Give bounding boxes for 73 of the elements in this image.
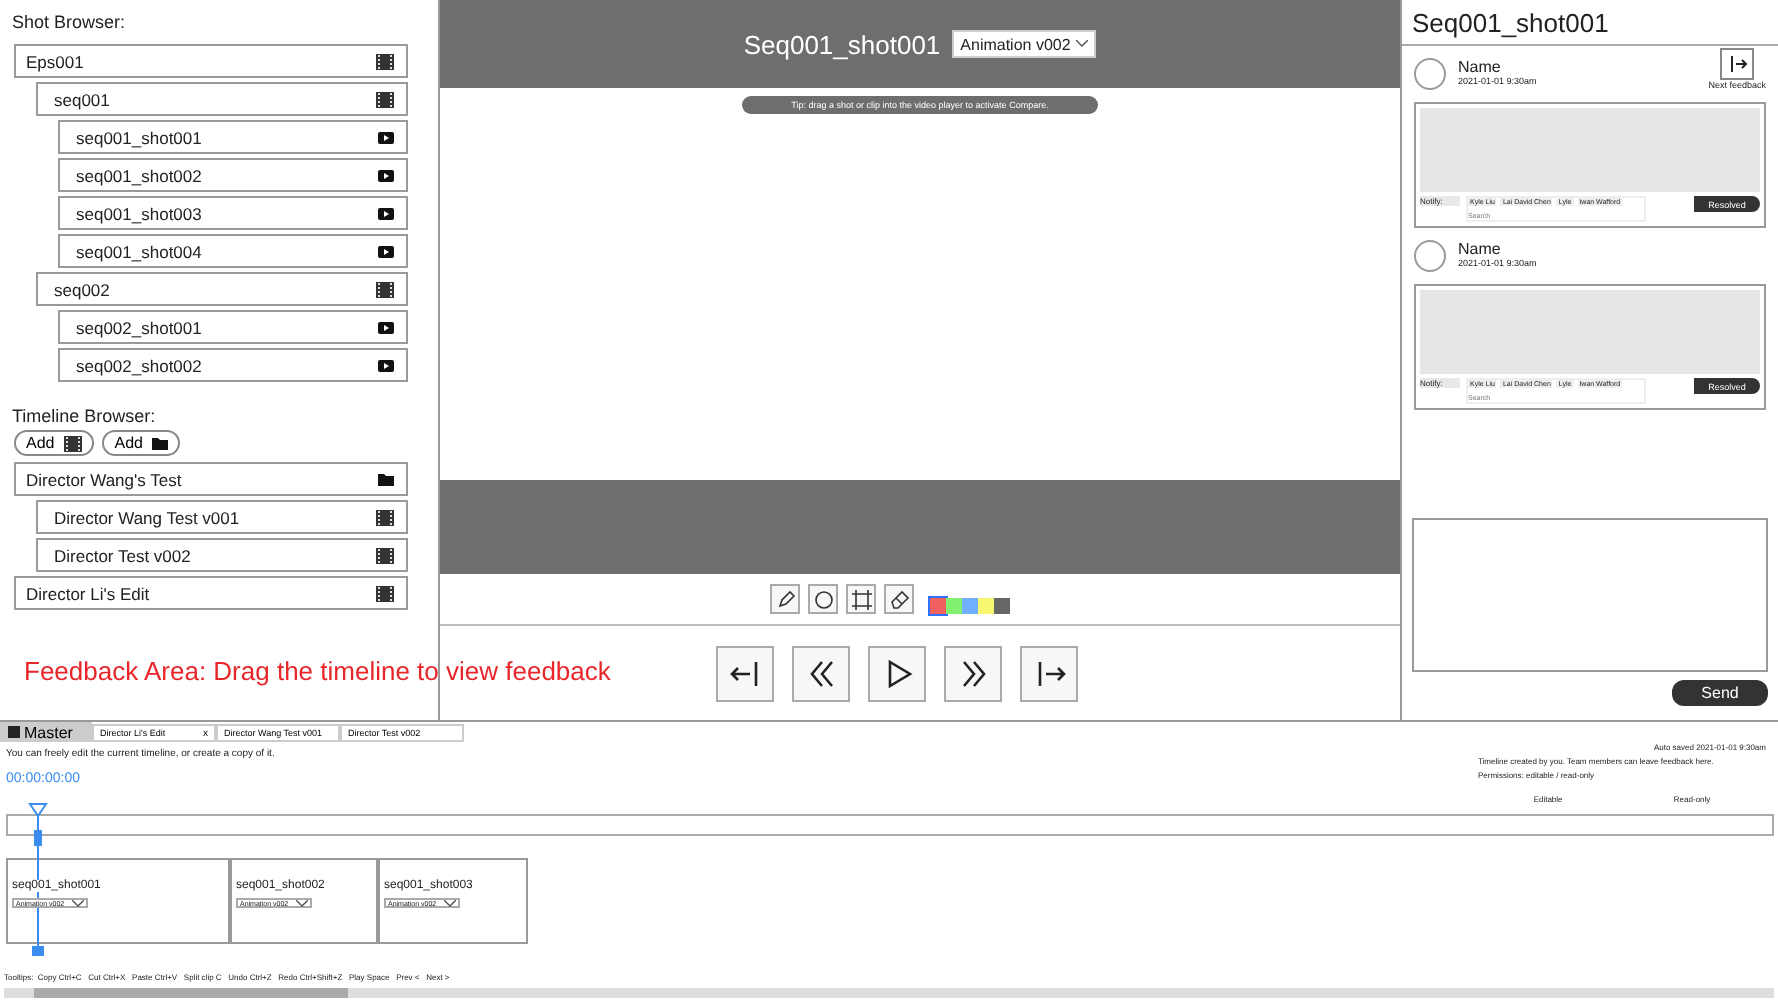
end-button[interactable] <box>1020 645 1078 701</box>
next-feedback-button[interactable] <box>1720 48 1755 80</box>
start-button[interactable] <box>716 645 774 701</box>
send-button[interactable]: Send <box>1672 680 1768 706</box>
color-swatch[interactable] <box>946 597 962 613</box>
tree-item[interactable]: seq001_shot001 <box>58 120 408 154</box>
tree-item[interactable]: Director Test v002 <box>36 538 408 572</box>
version-select[interactable]: Animation v002 <box>952 30 1097 58</box>
film-icon <box>376 91 394 107</box>
panel-title: Timeline Browser: <box>10 404 158 430</box>
pencil-tool[interactable] <box>770 584 800 614</box>
skip-end-icon <box>1727 54 1748 74</box>
eraser-icon <box>889 589 909 609</box>
author-name: Name <box>1458 58 1503 76</box>
chevron-down-icon <box>72 899 84 907</box>
rectangle-tool[interactable] <box>846 584 876 614</box>
circle-tool[interactable] <box>808 584 838 614</box>
film-icon <box>64 435 83 451</box>
folder-icon <box>152 437 169 449</box>
skip-end-icon <box>1033 657 1065 689</box>
film-icon <box>376 585 394 601</box>
skip-start-icon <box>729 657 761 689</box>
fast-forward-icon <box>957 657 989 689</box>
tree-item[interactable]: Director Li's Edit <box>14 576 408 610</box>
rewind-icon <box>805 657 837 689</box>
shot-title: Seq001_shot001 <box>743 29 941 59</box>
folder-icon <box>378 473 394 485</box>
feedback-hint: Feedback Area: Drag the timeline to view feedback <box>22 656 611 690</box>
play-icon <box>378 207 394 219</box>
reply-field[interactable] <box>1412 518 1768 672</box>
square-icon <box>8 726 20 738</box>
tree-item[interactable]: Eps001 <box>14 44 408 78</box>
tree-item[interactable]: seq001_shot003 <box>58 196 408 230</box>
add-button[interactable]: Add <box>14 430 95 456</box>
rewind-button[interactable] <box>792 645 850 701</box>
pencil-icon <box>775 589 795 609</box>
film-icon <box>376 53 394 69</box>
play-button[interactable] <box>868 645 926 701</box>
forward-button[interactable] <box>944 645 1002 701</box>
play-icon <box>378 131 394 143</box>
tree-item[interactable]: seq001 <box>36 82 408 116</box>
tree-item[interactable]: seq002 <box>36 272 408 306</box>
tree-item[interactable]: Director Wang Test v001 <box>36 500 408 534</box>
tree-item[interactable]: Director Wang's Test <box>14 462 408 496</box>
color-swatch[interactable] <box>930 597 946 613</box>
panel-title: Shot Browser: <box>10 12 128 36</box>
chevron-down-icon <box>1076 40 1089 48</box>
tree-item[interactable]: seq001_shot004 <box>58 234 408 268</box>
avatar <box>1414 58 1446 90</box>
circle-icon <box>813 589 833 609</box>
play-icon <box>378 321 394 333</box>
film-icon <box>376 509 394 525</box>
color-swatch[interactable] <box>994 597 1010 613</box>
film-icon <box>376 547 394 563</box>
scrollbar-thumb[interactable] <box>34 988 348 998</box>
chevron-down-icon <box>296 899 308 907</box>
play-icon <box>378 359 394 371</box>
play-icon <box>378 245 394 257</box>
avatar <box>1414 240 1446 272</box>
timeline-tab[interactable]: Master <box>0 722 92 742</box>
tree-item[interactable]: seq002_shot001 <box>58 310 408 344</box>
color-swatch[interactable] <box>978 597 994 613</box>
feedback-title: Seq001_shot001 <box>1402 0 1778 46</box>
tree-item[interactable]: seq001_shot002 <box>58 158 408 192</box>
chevron-down-icon <box>444 899 456 907</box>
film-icon <box>376 281 394 297</box>
color-swatch[interactable] <box>962 597 978 613</box>
author-name: Name <box>1458 240 1503 258</box>
eraser-tool[interactable] <box>884 584 914 614</box>
crop-icon <box>851 589 871 609</box>
play-icon <box>378 169 394 181</box>
tree-item[interactable]: seq002_shot002 <box>58 348 408 382</box>
add-button[interactable]: Add <box>102 430 181 456</box>
